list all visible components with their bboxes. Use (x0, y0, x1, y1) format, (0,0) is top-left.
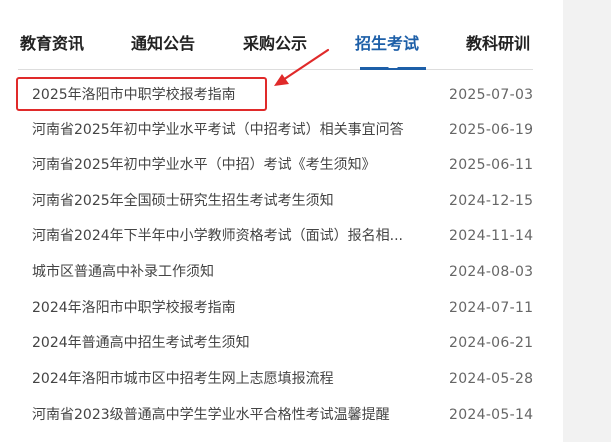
page: 教育资讯 通知公告 采购公示 招生考试 教科研训 2025年洛阳市中职学校报考指… (0, 0, 611, 442)
news-title[interactable]: 2025年洛阳市中职学校报考指南 (32, 85, 432, 105)
list-item[interactable]: 河南省2025年初中学业水平考试（中招考试）相关事宜问答 2025-06-19 (0, 112, 545, 147)
news-date: 2024-07-11 (449, 300, 534, 316)
tab-education-news[interactable]: 教育资讯 (20, 33, 84, 55)
news-title[interactable]: 河南省2023级普通高中学生学业水平合格性考试温馨提醒 (32, 405, 432, 425)
tab-divider (18, 69, 533, 70)
list-item[interactable]: 河南省2025年全国硕士研究生招生考试考生须知 2024-12-15 (0, 183, 545, 218)
news-title[interactable]: 河南省2025年初中学业水平考试（中招考试）相关事宜问答 (32, 120, 432, 140)
tab-procurement[interactable]: 采购公示 (243, 33, 307, 55)
news-title[interactable]: 2024年洛阳市中职学校报考指南 (32, 298, 432, 318)
news-title[interactable]: 河南省2025年全国硕士研究生招生考试考生须知 (32, 191, 432, 211)
news-date: 2024-06-21 (449, 335, 534, 351)
tab-notices[interactable]: 通知公告 (131, 33, 195, 55)
tab-admissions-exams[interactable]: 招生考试 (355, 33, 419, 55)
list-item[interactable]: 城市区普通高中补录工作须知 2024-08-03 (0, 254, 545, 289)
news-date: 2024-12-15 (449, 193, 534, 209)
list-item[interactable]: 河南省2023级普通高中学生学业水平合格性考试温馨提醒 2024-05-14 (0, 397, 545, 432)
side-panel (563, 0, 611, 442)
list-item[interactable]: 河南省2025年初中学业水平（中招）考试《考生须知》 2025-06-11 (0, 147, 545, 182)
news-date: 2024-08-03 (449, 264, 534, 280)
list-item[interactable]: 河南省2024年下半年中小学教师资格考试（面试）报名相... 2024-11-1… (0, 218, 545, 253)
news-date: 2025-06-11 (449, 157, 534, 173)
news-date: 2024-05-28 (449, 371, 534, 387)
news-date: 2025-07-03 (449, 87, 534, 103)
news-title[interactable]: 河南省2025年初中学业水平（中招）考试《考生须知》 (32, 155, 432, 175)
list-item[interactable]: 2024年普通高中招生考试考生须知 2024-06-21 (0, 325, 545, 360)
news-title[interactable]: 城市区普通高中补录工作须知 (32, 262, 432, 282)
news-date: 2025-06-19 (449, 122, 534, 138)
news-title[interactable]: 河南省2024年下半年中小学教师资格考试（面试）报名相... (32, 226, 432, 246)
news-date: 2024-11-14 (449, 228, 534, 244)
list-item[interactable]: 2024年洛阳市城市区中招考生网上志愿填报流程 2024-05-28 (0, 361, 545, 396)
active-tab-caret (388, 63, 398, 68)
list-item[interactable]: 2025年洛阳市中职学校报考指南 2025-07-03 (0, 77, 545, 112)
tab-teaching-research[interactable]: 教科研训 (466, 33, 530, 55)
news-date: 2024-05-14 (449, 407, 534, 423)
news-title[interactable]: 2024年普通高中招生考试考生须知 (32, 333, 432, 353)
category-tabs: 教育资讯 通知公告 采购公示 招生考试 教科研训 (0, 0, 533, 70)
list-item[interactable]: 2024年洛阳市中职学校报考指南 2024-07-11 (0, 290, 545, 325)
news-title[interactable]: 2024年洛阳市城市区中招考生网上志愿填报流程 (32, 369, 432, 389)
